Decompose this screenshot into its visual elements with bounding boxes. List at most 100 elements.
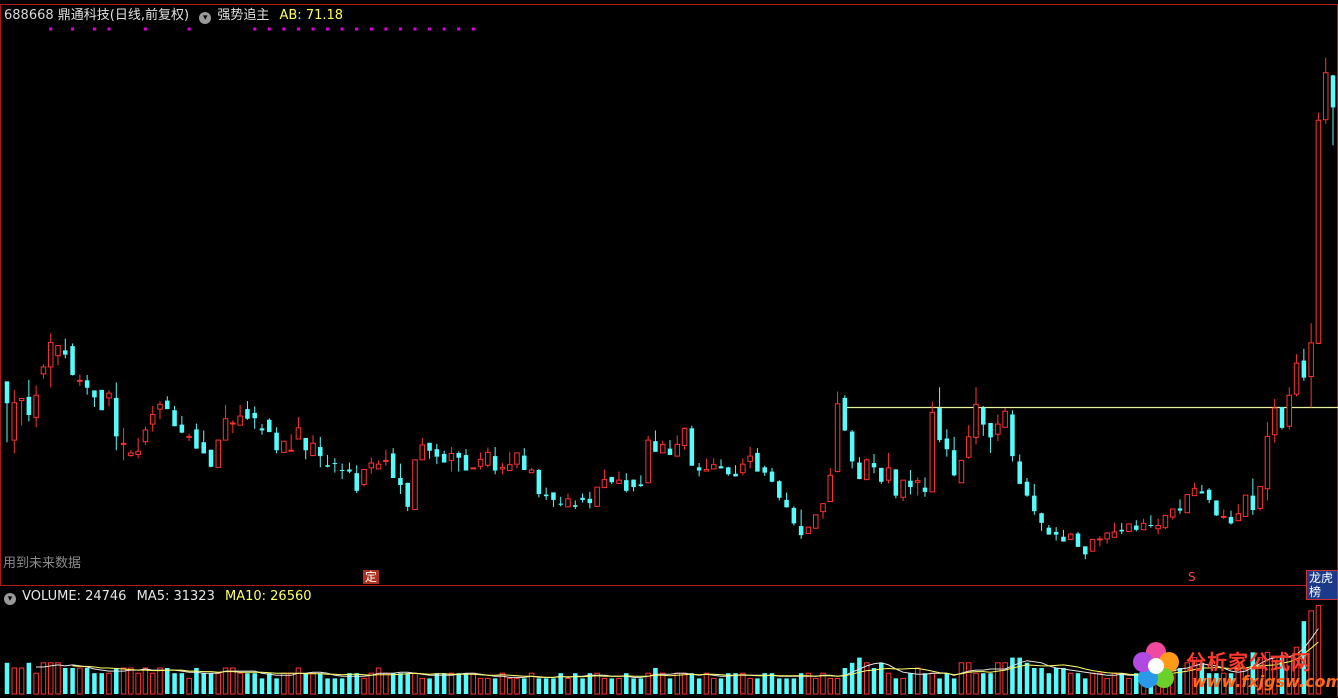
chevron-down-icon[interactable]: ▾ xyxy=(4,593,16,605)
candle[interactable] xyxy=(791,506,797,526)
candle-body xyxy=(368,462,375,469)
volume-bar xyxy=(456,673,461,694)
candle-body xyxy=(645,439,651,484)
volume-bar xyxy=(135,672,141,695)
candle[interactable] xyxy=(812,514,819,529)
candle[interactable] xyxy=(361,468,367,487)
volume-bar xyxy=(463,673,469,694)
candle[interactable] xyxy=(863,458,870,481)
signal-dot xyxy=(143,27,147,31)
candle[interactable] xyxy=(1089,538,1096,552)
candle[interactable] xyxy=(1257,486,1263,511)
candle[interactable] xyxy=(470,467,477,470)
candle[interactable] xyxy=(281,440,287,453)
candle-body xyxy=(1206,489,1212,500)
candle-body xyxy=(84,380,90,388)
candle-body xyxy=(653,441,658,452)
candle[interactable] xyxy=(1279,406,1285,430)
volume-header: ▾ VOLUME: 24746 MA5: 31323 MA10: 26560 xyxy=(4,589,312,605)
candle[interactable] xyxy=(1067,533,1074,540)
volume-bar xyxy=(601,677,608,695)
candle[interactable] xyxy=(142,426,149,445)
volume-bar xyxy=(871,668,877,694)
candle-body xyxy=(463,455,469,471)
candle[interactable] xyxy=(1214,500,1219,516)
candle-body xyxy=(427,442,432,451)
candle[interactable] xyxy=(215,439,222,468)
candle[interactable] xyxy=(1184,494,1191,514)
candle[interactable] xyxy=(834,391,841,473)
candle-body xyxy=(390,453,396,479)
volume-bar xyxy=(26,662,32,694)
volume-bar xyxy=(616,677,622,695)
ab-value: AB: 71.18 xyxy=(279,8,344,23)
candle-body xyxy=(573,505,578,507)
candle-body xyxy=(1242,494,1249,517)
candle-body xyxy=(245,409,250,419)
candle[interactable] xyxy=(842,395,848,432)
candle-body xyxy=(981,407,986,425)
candle[interactable] xyxy=(536,468,542,498)
volume-bar xyxy=(908,673,913,694)
volume-bar xyxy=(398,673,403,694)
candle-body xyxy=(165,400,170,410)
candle-body xyxy=(1301,360,1307,378)
candle-body xyxy=(1140,522,1147,531)
candle-body xyxy=(325,465,330,467)
candle[interactable] xyxy=(267,418,272,433)
volume-bar xyxy=(310,672,316,695)
volume-bar xyxy=(849,662,855,694)
candle[interactable] xyxy=(958,459,965,484)
volume-bar xyxy=(186,677,192,695)
volume-bar xyxy=(114,668,119,694)
candle-body xyxy=(77,379,83,382)
chevron-down-icon[interactable]: ▾ xyxy=(199,12,212,24)
candle[interactable] xyxy=(645,435,651,484)
volume-bar xyxy=(1067,672,1074,695)
event-tag-ding[interactable]: 定 xyxy=(363,570,380,584)
volume-bar xyxy=(99,673,104,694)
candle-body xyxy=(791,507,797,524)
candle-body xyxy=(4,381,10,404)
candle[interactable] xyxy=(594,486,600,507)
candle[interactable] xyxy=(689,425,695,466)
candle[interactable] xyxy=(1002,408,1008,428)
candle[interactable] xyxy=(879,467,884,484)
signal-dot xyxy=(282,27,286,31)
volume-bar xyxy=(981,673,986,694)
volume-bar xyxy=(653,668,658,694)
candle[interactable] xyxy=(1315,112,1322,344)
candle[interactable] xyxy=(1242,494,1249,517)
candle[interactable] xyxy=(929,401,936,493)
volume-bar xyxy=(842,668,848,694)
volume-bar xyxy=(237,672,243,695)
volume-bar xyxy=(120,667,127,695)
candle[interactable] xyxy=(208,449,214,468)
candle-body xyxy=(674,443,681,457)
volume-bar xyxy=(77,667,83,695)
candle[interactable] xyxy=(99,389,104,411)
signal-dot xyxy=(384,27,388,31)
candle[interactable] xyxy=(1010,410,1015,462)
candle-body xyxy=(412,459,418,511)
candle-body xyxy=(689,428,695,466)
volume-bar xyxy=(63,668,68,694)
volume-bar xyxy=(165,668,170,694)
candle-body xyxy=(747,455,753,462)
volume-bar xyxy=(879,662,884,694)
volume-bar xyxy=(1039,668,1044,694)
candle[interactable] xyxy=(893,468,899,499)
candle[interactable] xyxy=(1162,514,1169,530)
candle-body xyxy=(1199,491,1205,494)
candle[interactable] xyxy=(1075,531,1081,547)
volume-bar xyxy=(703,672,710,695)
candle[interactable] xyxy=(777,480,782,501)
indicator-name[interactable]: 强势追主 xyxy=(217,8,269,23)
candle[interactable] xyxy=(70,343,75,376)
candle[interactable] xyxy=(805,526,812,535)
event-tag-lhb[interactable]: 龙虎榜 xyxy=(1306,570,1338,600)
candle-body xyxy=(142,429,149,443)
candle[interactable] xyxy=(412,459,418,511)
candle[interactable] xyxy=(1126,523,1132,532)
event-tag-s[interactable]: S xyxy=(1186,570,1198,584)
